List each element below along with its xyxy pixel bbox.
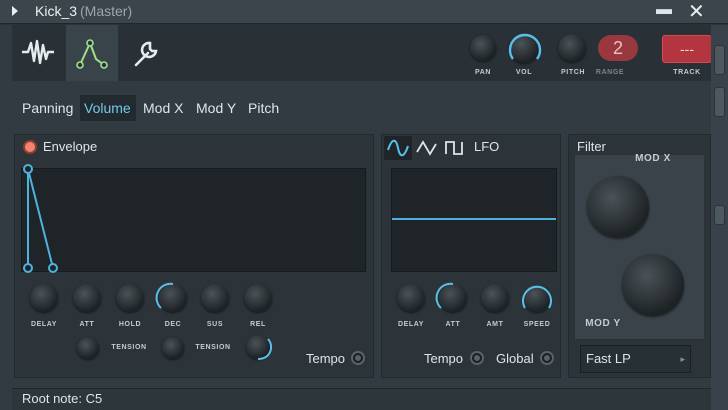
env-hold-label: HOLD: [118, 321, 142, 328]
envelope-curve[interactable]: [18, 163, 68, 278]
env-delay-knob[interactable]: [30, 284, 58, 312]
volume-label: VOL: [515, 69, 533, 76]
toolbar: PAN VOL PITCH 2 RANGE --- TRACK: [12, 25, 712, 81]
mod-y-label: MOD Y: [585, 318, 621, 329]
tension1-label: TENSION: [111, 344, 147, 351]
lfo-global-label: Global: [496, 351, 534, 366]
pitch-knob[interactable]: [558, 34, 586, 62]
square-wave-icon[interactable]: [442, 136, 468, 160]
lfo-amt-knob[interactable]: [481, 284, 509, 312]
lfo-att-arc: [435, 282, 454, 309]
scroll-button-3[interactable]: [714, 205, 725, 225]
lfo-global-toggle[interactable]: [540, 351, 554, 365]
lfo-tempo-toggle[interactable]: [470, 351, 484, 365]
tab-waveform[interactable]: [12, 25, 64, 81]
env-sus-knob[interactable]: [201, 284, 229, 312]
scroll-button-1[interactable]: [714, 45, 725, 75]
status-bar: Root note: C5: [12, 388, 711, 410]
tab-panning[interactable]: Panning: [22, 100, 73, 116]
lfo-sine-button[interactable]: [384, 136, 412, 160]
pan-knob[interactable]: [470, 35, 496, 61]
mod-y-knob[interactable]: [622, 254, 684, 316]
dropdown-arrow-icon: ▸: [680, 354, 685, 364]
pan-label: PAN: [474, 69, 492, 76]
sine-wave-icon: [387, 139, 409, 157]
minimize-button[interactable]: ▬: [656, 1, 672, 19]
collapse-arrow-icon[interactable]: [12, 6, 18, 16]
env-tempo-toggle[interactable]: [351, 351, 365, 365]
lfo-speed-arc: [522, 285, 552, 309]
tab-volume[interactable]: Volume: [84, 100, 131, 116]
tab-settings[interactable]: [120, 25, 172, 81]
scroll-button-2[interactable]: [714, 87, 725, 117]
envelope-display[interactable]: [21, 168, 366, 272]
lfo-tempo-label: Tempo: [424, 351, 464, 366]
envelope-icon: [76, 39, 108, 69]
wrench-icon: [134, 41, 158, 67]
scrollbar[interactable]: [711, 25, 728, 410]
tab-mod-x[interactable]: Mod X: [143, 100, 183, 116]
tension1-knob[interactable]: [77, 337, 99, 359]
env-sus-label: SUS: [206, 321, 224, 328]
lfo-title: LFO: [474, 139, 500, 154]
tab-mod-y[interactable]: Mod Y: [196, 100, 236, 116]
lfo-amt-label: AMT: [486, 321, 504, 328]
env-att-label: ATT: [79, 321, 95, 328]
filter-type-value: Fast LP: [586, 351, 631, 366]
track-selector[interactable]: ---: [662, 35, 712, 63]
env-rel-label: REL: [250, 321, 266, 328]
env-delay-label: DELAY: [30, 321, 58, 328]
pitch-label: PITCH: [561, 69, 585, 76]
env-rel-knob[interactable]: [244, 284, 272, 312]
envelope-title: Envelope: [43, 139, 98, 154]
volume-arc: [508, 33, 542, 60]
range-display[interactable]: 2: [598, 35, 638, 61]
triangle-wave-icon[interactable]: [414, 136, 440, 160]
tension2-knob[interactable]: [162, 337, 184, 359]
tension3-arc: [257, 338, 273, 361]
env-dec-arc: [155, 282, 174, 309]
filter-type-select[interactable]: Fast LP ▸: [580, 345, 691, 373]
env-dec-label: DEC: [164, 321, 182, 328]
lfo-delay-knob[interactable]: [397, 284, 425, 312]
filter-title: Filter: [577, 139, 606, 154]
lfo-speed-label: SPEED: [523, 321, 551, 328]
waveform-icon: [22, 39, 54, 65]
mod-x-label: MOD X: [635, 153, 671, 164]
tab-envelope[interactable]: [66, 25, 118, 81]
range-label: RANGE: [595, 69, 625, 76]
lfo-line: [392, 218, 556, 220]
tension2-label: TENSION: [195, 344, 231, 351]
title-bar[interactable]: Kick_3 (Master) ▬ ✕: [0, 0, 728, 24]
tab-pitch[interactable]: Pitch: [248, 100, 279, 116]
close-button[interactable]: ✕: [688, 0, 705, 24]
window-title: Kick_3: [35, 3, 78, 19]
envelope-enable-led[interactable]: [23, 140, 37, 154]
lfo-delay-label: DELAY: [397, 321, 425, 328]
lfo-display: [391, 168, 557, 272]
root-note[interactable]: Root note: C5: [22, 391, 102, 406]
track-label: TRACK: [673, 69, 701, 76]
lfo-att-label: ATT: [445, 321, 461, 328]
env-att-knob[interactable]: [73, 284, 101, 312]
env-hold-knob[interactable]: [116, 284, 144, 312]
env-tempo-label: Tempo: [306, 351, 346, 366]
window-subtitle: (Master): [80, 3, 133, 19]
mod-x-knob[interactable]: [587, 176, 649, 238]
